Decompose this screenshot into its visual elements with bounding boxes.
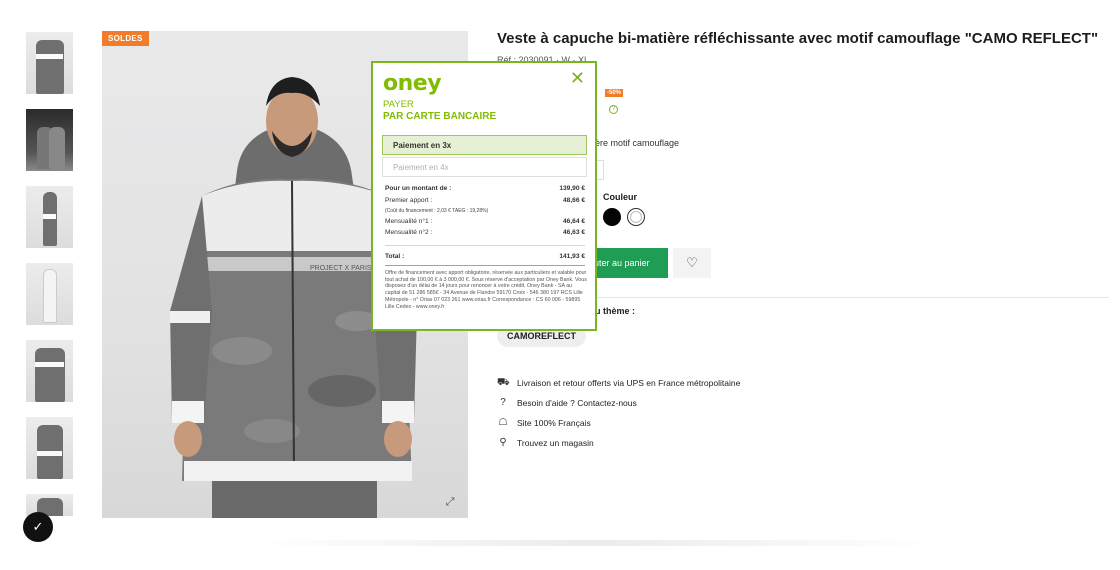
thumbnail-5[interactable] bbox=[26, 340, 73, 402]
installment-2-value: 46,63 € bbox=[563, 229, 585, 236]
oney-divider bbox=[385, 245, 585, 246]
service-store-locator[interactable]: ⚲ Trouvez un magasin bbox=[497, 433, 740, 453]
installment-1-value: 46,64 € bbox=[563, 218, 585, 225]
trust-badge[interactable]: ✓ bbox=[23, 512, 53, 542]
oney-divider-total bbox=[385, 265, 585, 266]
product-description: ère motif camouflage bbox=[595, 138, 680, 148]
payment-option-4x[interactable]: Paiement en 4x bbox=[382, 157, 587, 177]
service-label: Livraison et retour offerts via UPS en F… bbox=[517, 378, 741, 388]
help-icon[interactable]: ? bbox=[609, 105, 618, 114]
product-title: Veste à capuche bi-matière réfléchissant… bbox=[497, 30, 1099, 47]
sale-badge: SOLDES bbox=[102, 31, 149, 46]
first-payment-value: 48,66 € bbox=[563, 197, 585, 204]
close-icon[interactable]: ✕ bbox=[570, 69, 585, 87]
color-swatch-black[interactable] bbox=[603, 208, 621, 226]
service-delivery: ⛟ Livraison et retour offerts via UPS en… bbox=[497, 373, 740, 393]
theme-label: u thème : bbox=[595, 306, 636, 316]
amount-label: Pour un montant de : bbox=[385, 185, 452, 192]
total-row: Total : 141,93 € bbox=[385, 253, 585, 260]
location-pin-icon: ⚲ bbox=[499, 437, 507, 448]
truck-icon: ⛟ bbox=[497, 377, 510, 388]
thumbnail-list bbox=[26, 32, 74, 531]
oney-legal-text: Offre de financement avec apport obligat… bbox=[385, 270, 587, 310]
installment-1-row: Mensualité n°1 : 46,64 € bbox=[385, 218, 585, 225]
total-label: Total : bbox=[385, 253, 405, 260]
add-to-cart-button[interactable]: uter au panier bbox=[586, 248, 668, 278]
tshirt-icon: ☖ bbox=[498, 417, 508, 428]
amount-value: 139,90 € bbox=[559, 185, 585, 192]
oney-payment-popup: oney ✕ PAYER PAR CARTE BANCAIRE Paiement… bbox=[371, 61, 597, 331]
service-label: Site 100% Français bbox=[517, 418, 591, 428]
service-label[interactable]: Besoin d'aide ? Contactez-nous bbox=[517, 398, 637, 408]
color-label: Couleur bbox=[603, 192, 638, 202]
question-icon: ? bbox=[500, 397, 506, 408]
service-label[interactable]: Trouvez un magasin bbox=[517, 438, 594, 448]
thumbnail-2[interactable] bbox=[26, 109, 73, 171]
svg-text:PROJECT X PARIS: PROJECT X PARIS bbox=[310, 265, 372, 272]
thumbnail-3[interactable] bbox=[26, 186, 73, 248]
heart-icon: ♡ bbox=[686, 255, 698, 270]
installment-2-label: Mensualité n°2 : bbox=[385, 229, 433, 236]
payment-option-3x[interactable]: Paiement en 3x bbox=[382, 135, 587, 155]
thumbnail-4[interactable] bbox=[26, 263, 73, 325]
installment-2-row: Mensualité n°2 : 46,63 € bbox=[385, 229, 585, 236]
service-french-site: ☖ Site 100% Français bbox=[497, 413, 740, 433]
discount-badge: -50% bbox=[605, 89, 624, 97]
color-swatch-white[interactable] bbox=[627, 208, 645, 226]
services-list: ⛟ Livraison et retour offerts via UPS en… bbox=[497, 373, 740, 453]
thumbnail-6[interactable] bbox=[26, 417, 73, 479]
wishlist-button[interactable]: ♡ bbox=[673, 248, 711, 278]
oney-payer-label: PAYER bbox=[383, 99, 414, 110]
total-value: 141,93 € bbox=[559, 253, 585, 260]
bottom-shadow bbox=[250, 540, 940, 546]
installment-1-label: Mensualité n°1 : bbox=[385, 218, 433, 225]
oney-logo: oney bbox=[383, 71, 442, 96]
oney-card-label: PAR CARTE BANCAIRE bbox=[383, 111, 497, 122]
first-payment-row: Premier apport : 48,66 € bbox=[385, 197, 585, 204]
amount-row: Pour un montant de : 139,90 € bbox=[385, 185, 585, 192]
expand-icon[interactable]: ⤢ bbox=[444, 496, 456, 508]
thumbnail-1[interactable] bbox=[26, 32, 73, 94]
financing-cost-note: (Coût du financement : 2,03 € TAEG : 19,… bbox=[385, 208, 489, 214]
service-help[interactable]: ? Besoin d'aide ? Contactez-nous bbox=[497, 393, 740, 413]
first-payment-label: Premier apport : bbox=[385, 197, 433, 204]
